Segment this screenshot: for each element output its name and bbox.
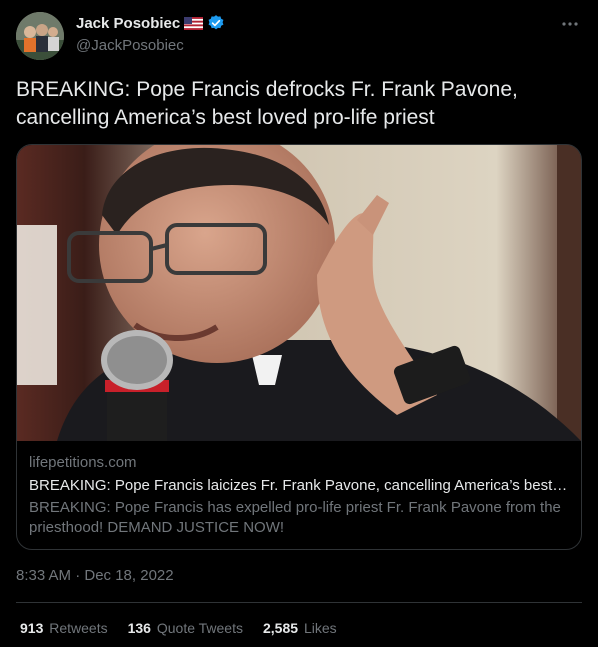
likes-label: Likes: [303, 620, 337, 636]
verified-badge-icon: [207, 14, 225, 32]
likes-stat[interactable]: 2,585 Likes: [263, 620, 337, 636]
retweets-count: 913: [20, 620, 44, 636]
author-name-row[interactable]: Jack Posobiec: [76, 14, 225, 32]
retweets-stat[interactable]: 913 Retweets: [20, 620, 108, 636]
display-name[interactable]: Jack Posobiec: [76, 15, 180, 32]
handle[interactable]: @JackPosobiec: [76, 37, 184, 54]
link-card[interactable]: lifepetitions.com BREAKING: Pope Francis…: [16, 144, 582, 550]
tweet-text: BREAKING: Pope Francis defrocks Fr. Fran…: [16, 78, 518, 129]
likes-count: 2,585: [263, 620, 299, 636]
retweets-label: Retweets: [49, 620, 108, 636]
card-title: BREAKING: Pope Francis laicizes Fr. Fran…: [29, 477, 569, 494]
card-image[interactable]: [17, 145, 581, 450]
more-options-icon[interactable]: [560, 16, 580, 32]
card-meta[interactable]: lifepetitions.com BREAKING: Pope Francis…: [29, 453, 569, 538]
card-domain: lifepetitions.com: [29, 454, 137, 471]
quote-tweets-label: Quote Tweets: [156, 620, 243, 636]
tweet: Jack Posobiec @JackPosobiec BREAKING: Po…: [0, 0, 598, 647]
divider: [16, 602, 582, 603]
engagement-stats: 913 Retweets 136 Quote Tweets 2,585 Like…: [20, 620, 337, 636]
avatar[interactable]: [16, 12, 64, 60]
quote-tweets-count: 136: [127, 620, 151, 636]
us-flag-icon: [184, 16, 204, 30]
quote-tweets-stat[interactable]: 136 Quote Tweets: [128, 620, 243, 636]
card-description: BREAKING: Pope Francis has expelled pro-…: [29, 499, 561, 536]
timestamp[interactable]: 8:33 AM · Dec 18, 2022: [16, 567, 174, 584]
